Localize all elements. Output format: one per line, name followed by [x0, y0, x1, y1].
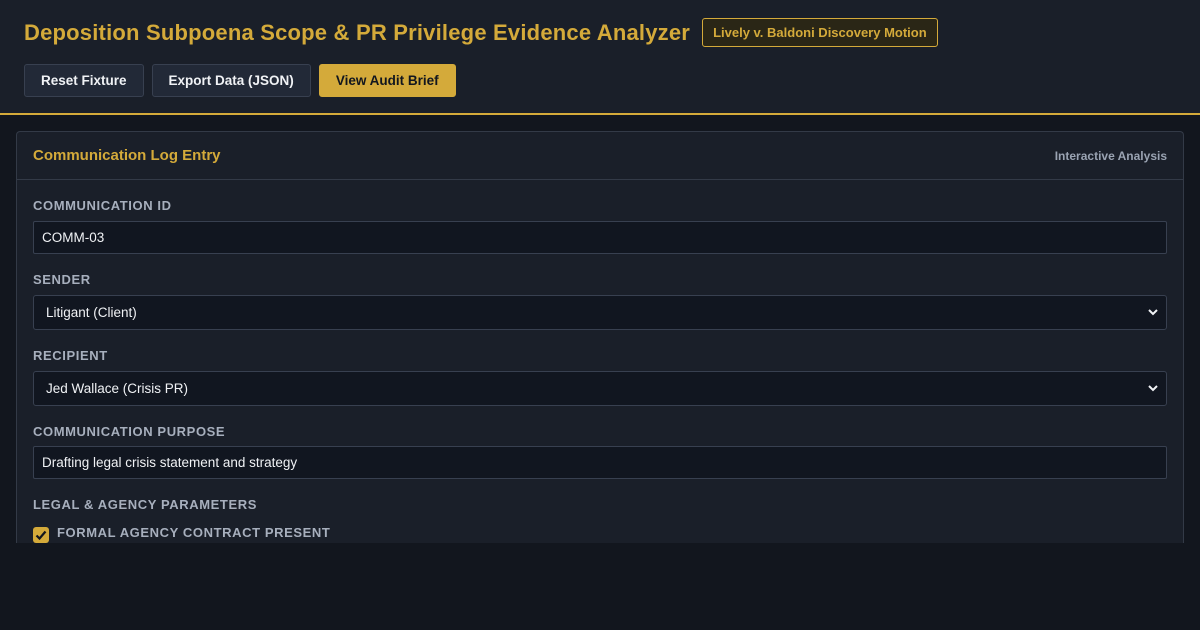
sender-select[interactable]: Litigant (Client) — [33, 295, 1167, 330]
checkmark-icon — [35, 530, 47, 541]
legal-params-heading: LEGAL & AGENCY PARAMETERS — [33, 497, 257, 512]
purpose-label: COMMUNICATION PURPOSE — [33, 424, 226, 439]
agency-contract-checkbox[interactable] — [33, 527, 49, 543]
panel-header: Communication Log Entry Interactive Anal… — [17, 132, 1183, 180]
chevron-down-icon — [1148, 309, 1158, 316]
communication-log-panel: Communication Log Entry Interactive Anal… — [16, 131, 1184, 543]
export-data-button[interactable]: Export Data (JSON) — [151, 64, 311, 97]
title-row: Deposition Subpoena Scope & PR Privilege… — [24, 18, 938, 47]
agency-contract-label: FORMAL AGENCY CONTRACT PRESENT — [57, 525, 331, 540]
recipient-selected-value: Jed Wallace (Crisis PR) — [46, 381, 189, 396]
toolbar: Reset Fixture Export Data (JSON) View Au… — [24, 64, 456, 97]
chevron-down-icon — [1148, 385, 1158, 392]
sender-selected-value: Litigant (Client) — [46, 305, 137, 320]
panel-title: Communication Log Entry — [33, 147, 221, 164]
recipient-label: RECIPIENT — [33, 348, 108, 363]
recipient-select[interactable]: Jed Wallace (Crisis PR) — [33, 371, 1167, 406]
communication-id-input[interactable]: COMM-03 — [33, 221, 1167, 254]
agency-contract-row[interactable]: FORMAL AGENCY CONTRACT PRESENT — [33, 525, 330, 543]
sender-label: SENDER — [33, 272, 91, 287]
app-header: Deposition Subpoena Scope & PR Privilege… — [0, 0, 1200, 115]
view-audit-brief-button[interactable]: View Audit Brief — [318, 64, 456, 97]
reset-fixture-button[interactable]: Reset Fixture — [24, 64, 144, 97]
case-badge: Lively v. Baldoni Discovery Motion — [702, 18, 938, 47]
page-title: Deposition Subpoena Scope & PR Privilege… — [24, 20, 691, 45]
panel-tag: Interactive Analysis — [1054, 148, 1167, 163]
communication-id-label: COMMUNICATION ID — [33, 198, 172, 213]
purpose-input[interactable]: Drafting legal crisis statement and stra… — [33, 446, 1167, 479]
